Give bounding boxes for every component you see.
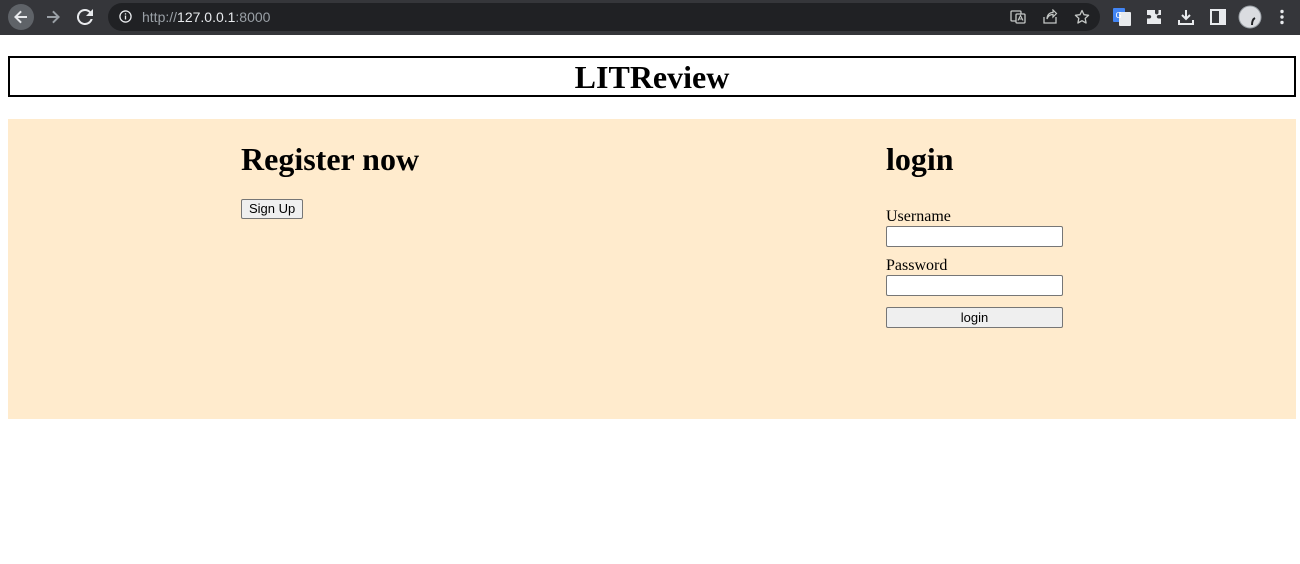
password-label: Password (886, 257, 948, 274)
download-icon[interactable] (1177, 8, 1195, 26)
site-title: LITReview (574, 58, 730, 95)
star-icon[interactable] (1074, 9, 1090, 25)
username-label: Username (886, 208, 951, 225)
back-icon (14, 10, 27, 24)
register-title: Register now (241, 141, 420, 177)
google-translate-extension-icon[interactable]: G (1113, 8, 1131, 26)
signup-button[interactable]: Sign Up (241, 199, 304, 219)
back-button[interactable] (8, 4, 34, 30)
login-button[interactable]: login (886, 307, 1063, 328)
share-icon[interactable] (1042, 9, 1058, 25)
url-text: http://127.0.0.1:8000 (142, 9, 270, 25)
url-scheme: http:// (142, 9, 178, 25)
main-panel: Register now Sign Up login Username Pass… (8, 119, 1296, 419)
translate-icon[interactable] (1010, 9, 1026, 25)
side-panel-icon[interactable] (1209, 8, 1227, 26)
profile-avatar[interactable] (1238, 5, 1262, 29)
site-header: LITReview (8, 56, 1296, 97)
menu-icon[interactable] (1273, 8, 1291, 26)
url-host: 127.0.0.1 (177, 9, 236, 25)
password-input[interactable] (886, 275, 1063, 296)
info-icon[interactable] (119, 10, 132, 23)
reload-icon (77, 9, 93, 25)
forward-button[interactable] (40, 4, 66, 30)
username-input[interactable] (886, 226, 1063, 247)
reload-button[interactable] (72, 4, 98, 30)
url-port: :8000 (235, 9, 271, 25)
puzzle-icon[interactable] (1145, 8, 1163, 26)
login-title: login (886, 141, 954, 177)
browser-toolbar: http://127.0.0.1:8000 G (0, 0, 1300, 35)
svg-text:G: G (1116, 11, 1122, 20)
forward-icon (47, 10, 60, 24)
address-bar[interactable]: http://127.0.0.1:8000 (108, 3, 1100, 31)
